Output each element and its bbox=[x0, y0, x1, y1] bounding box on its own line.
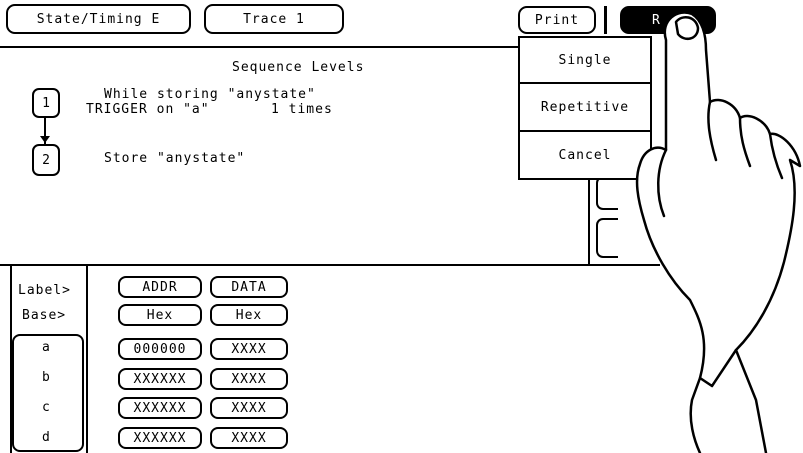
mode-button[interactable]: State/Timing E bbox=[6, 4, 191, 34]
column-label-data[interactable]: DATA bbox=[210, 276, 288, 298]
sequence-level-number: 1 bbox=[42, 95, 50, 111]
column-label-addr[interactable]: ADDR bbox=[118, 276, 202, 298]
trace-button[interactable]: Trace 1 bbox=[204, 4, 344, 34]
table-label-column-border bbox=[86, 266, 88, 453]
header-divider bbox=[0, 46, 518, 48]
sequence-level-1-trigger: TRIGGER on "a" bbox=[86, 102, 210, 117]
term-name[interactable]: a bbox=[42, 340, 51, 355]
term-name[interactable]: d bbox=[42, 430, 51, 445]
term-c-data-field[interactable]: XXXX bbox=[210, 397, 288, 419]
sequence-level-2-button[interactable]: 2 bbox=[32, 144, 60, 176]
term-name[interactable]: c bbox=[42, 400, 51, 415]
term-a-data-field[interactable]: XXXX bbox=[210, 338, 288, 360]
down-arrow-icon bbox=[40, 136, 50, 143]
term-b-data-field[interactable]: XXXX bbox=[210, 368, 288, 390]
term-b-addr-field[interactable]: XXXXXX bbox=[118, 368, 202, 390]
sequence-level-1-button[interactable]: 1 bbox=[32, 88, 60, 118]
base-header: Base> bbox=[22, 308, 67, 323]
term-d-data-field[interactable]: XXXX bbox=[210, 427, 288, 449]
column-base-addr[interactable]: Hex bbox=[118, 304, 202, 326]
term-a-addr-field[interactable]: 000000 bbox=[118, 338, 202, 360]
label-header: Label> bbox=[18, 283, 71, 298]
sequence-level-number: 2 bbox=[42, 152, 50, 168]
term-d-addr-field[interactable]: XXXXXX bbox=[118, 427, 202, 449]
sequence-level-1-times: 1 times bbox=[271, 102, 333, 117]
pointing-hand-icon bbox=[635, 11, 802, 453]
term-c-addr-field[interactable]: XXXXXX bbox=[118, 397, 202, 419]
term-name[interactable]: b bbox=[42, 370, 51, 385]
sequence-title: Sequence Levels bbox=[232, 60, 365, 75]
column-base-data[interactable]: Hex bbox=[210, 304, 288, 326]
sequence-level-2-line1: Store "anystate" bbox=[104, 151, 246, 166]
sequence-level-1-line1: While storing "anystate" bbox=[104, 87, 316, 102]
